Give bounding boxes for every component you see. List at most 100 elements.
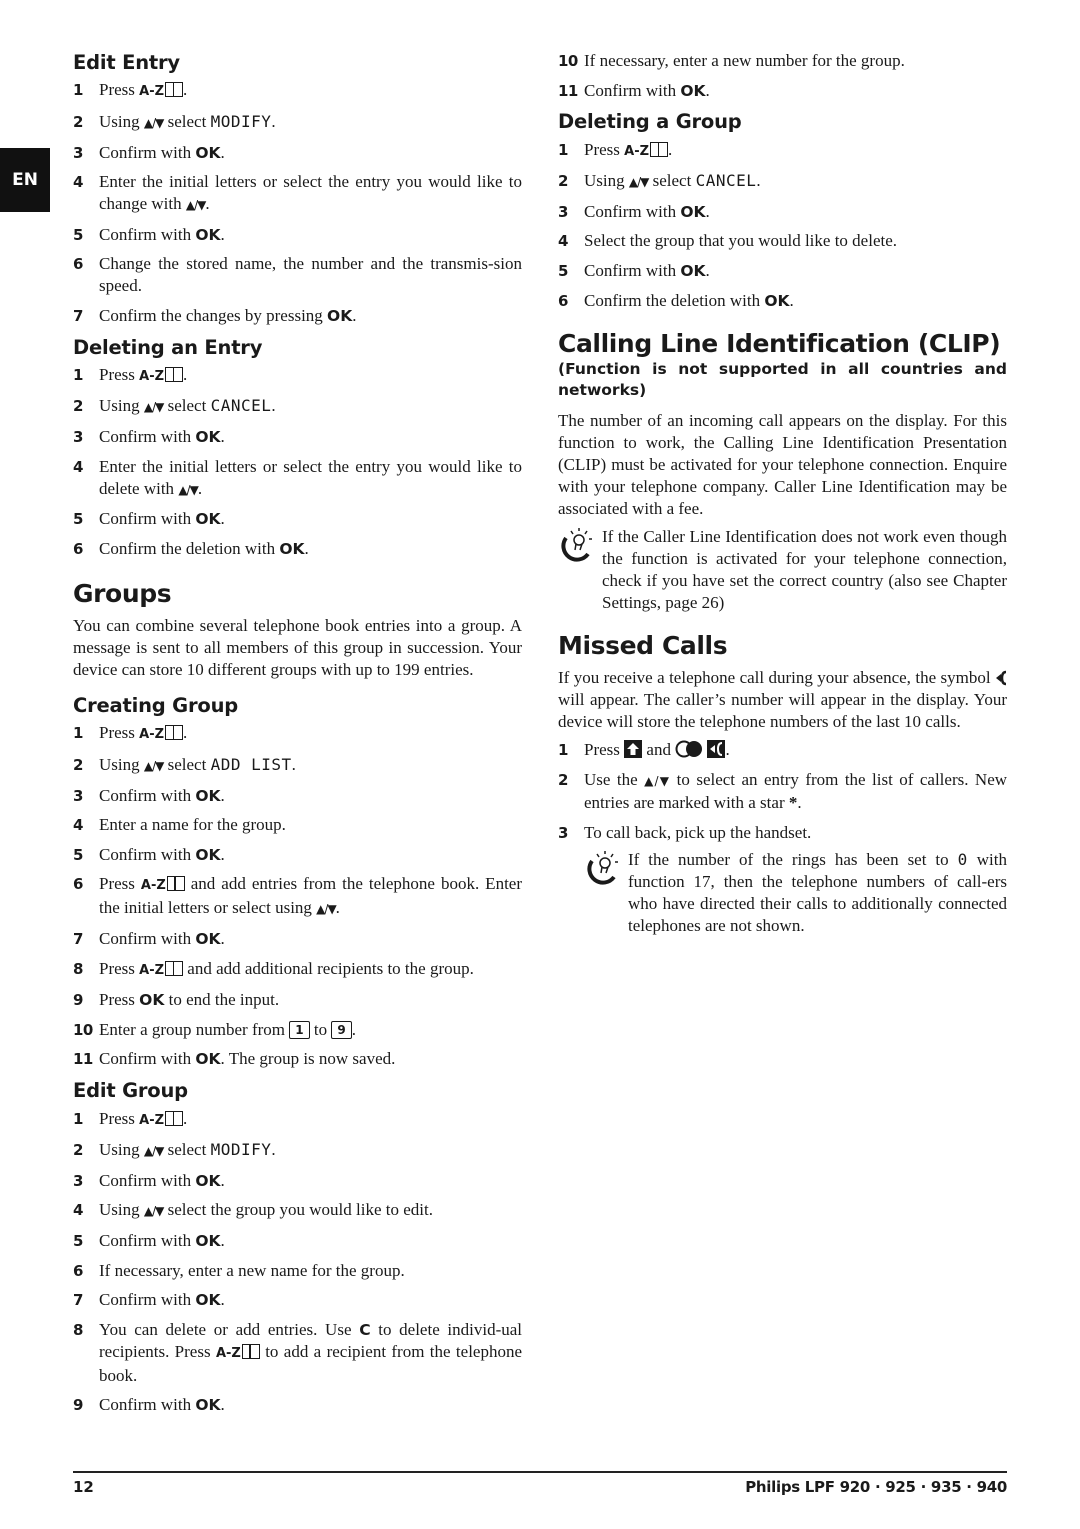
step: 1 Press A-Z. bbox=[558, 139, 1007, 163]
ok-key: OK bbox=[195, 510, 221, 529]
step-text: Confirm with bbox=[99, 427, 192, 447]
step-number: 2 bbox=[73, 756, 84, 774]
ok-key: OK bbox=[195, 929, 221, 948]
step: 4 Enter a name for the group. bbox=[73, 814, 522, 836]
step-text: . bbox=[351, 1019, 356, 1039]
step-text: Using bbox=[99, 1140, 140, 1160]
step-text: . The group is now saved. bbox=[220, 1049, 396, 1069]
step: 6 Change the stored name, the number and … bbox=[73, 253, 522, 297]
step-list: 1 Press A-Z. 2 Using ▲/▼ select CANCEL. 3C… bbox=[73, 364, 522, 560]
step: 4 Select the group that you would like to… bbox=[558, 230, 1007, 252]
step: 1 Press A-Z. bbox=[73, 1108, 522, 1132]
step-text: . bbox=[271, 111, 276, 131]
step-text: and add additional recipients to the gro… bbox=[187, 958, 474, 978]
missed-calls-body: If you receive a telephone call during y… bbox=[558, 667, 1007, 733]
step: 6 Confirm the deletion with OK. bbox=[558, 290, 1007, 312]
up-down-arrows-icon: ▲/▼ bbox=[143, 759, 164, 773]
step-text: . bbox=[705, 80, 710, 100]
step-text: Select the group that you would like to … bbox=[584, 231, 898, 251]
step: 3 Confirm with OK. bbox=[73, 1170, 522, 1192]
step-text: Confirm with bbox=[99, 928, 192, 948]
right-column: 10 If necessary, enter a new number for t… bbox=[558, 50, 1007, 937]
step-text: Confirm with bbox=[99, 1290, 192, 1310]
clip-note: (Function is not supported in all countr… bbox=[558, 359, 1007, 400]
step-number: 9 bbox=[73, 1396, 84, 1415]
step-text: . bbox=[220, 1170, 225, 1190]
step-text: select bbox=[652, 171, 692, 191]
step-text: Confirm the changes by pressing bbox=[99, 305, 323, 325]
step: 5 Confirm with OK. bbox=[73, 224, 522, 246]
az-key: A-Z bbox=[139, 1112, 165, 1128]
up-down-arrows-icon: ▲/▼ bbox=[644, 773, 671, 788]
ok-key: OK bbox=[680, 202, 706, 221]
section-title: Creating Group bbox=[73, 694, 239, 718]
step: 2 Using ▲/▼ select MODIFY. bbox=[73, 111, 522, 134]
language-tab: EN bbox=[0, 148, 50, 212]
footer-divider bbox=[73, 1471, 1007, 1473]
step: 7 Confirm the changes by pressing OK. bbox=[73, 305, 522, 327]
book-icon bbox=[165, 82, 184, 98]
step-number: 4 bbox=[73, 457, 84, 476]
lcd-text: ADD LIST bbox=[210, 755, 292, 774]
lcd-text: MODIFY bbox=[210, 111, 272, 131]
book-icon bbox=[165, 1110, 184, 1126]
step-number: 5 bbox=[73, 1232, 84, 1251]
step-number: 7 bbox=[73, 1291, 84, 1310]
step-text: If necessary, enter a new name for the g… bbox=[99, 1260, 405, 1280]
ok-key: OK bbox=[195, 845, 221, 864]
step-number: 1 bbox=[73, 724, 84, 743]
up-down-arrows-icon: ▲/▼ bbox=[628, 175, 649, 190]
step: 3 Confirm with OK. bbox=[73, 426, 522, 448]
step-number: 5 bbox=[73, 510, 84, 529]
step-number: 4 bbox=[558, 232, 569, 251]
up-down-arrows-icon: ▲/▼ bbox=[316, 902, 336, 917]
ok-key: OK bbox=[680, 261, 706, 280]
step-number: 1 bbox=[73, 1109, 84, 1128]
step-number: 6 bbox=[73, 875, 84, 894]
az-key: A-Z bbox=[140, 878, 166, 894]
step-text: Enter the initial letters or select the … bbox=[99, 172, 522, 214]
body-text: If you receive a telephone call during y… bbox=[558, 668, 991, 688]
step-text: . bbox=[220, 785, 225, 805]
step-number: 3 bbox=[558, 823, 569, 842]
step-text: Enter a name for the group. bbox=[99, 815, 286, 835]
c-key: C bbox=[359, 1320, 371, 1339]
step-text: . bbox=[220, 142, 225, 162]
step-text: Using bbox=[99, 111, 140, 131]
step-number: 4 bbox=[73, 173, 84, 192]
step: 4 Enter the initial letters or select the… bbox=[73, 456, 522, 501]
step-text: . bbox=[220, 1395, 225, 1415]
step-text: Confirm with bbox=[99, 844, 192, 864]
step: 10 If necessary, enter a new number for t… bbox=[558, 50, 1007, 72]
missed-call-icon bbox=[996, 671, 1007, 686]
step: 5 Confirm with OK. bbox=[73, 844, 522, 866]
step: 1 Press A-Z. bbox=[73, 364, 522, 388]
step-number: 2 bbox=[558, 172, 569, 191]
step-text: Using bbox=[99, 396, 140, 416]
az-key: A-Z bbox=[139, 368, 165, 384]
step-list: 1 Press A-Z. 2 Using ▲/▼ select MODIFY. 3C… bbox=[73, 79, 522, 327]
step-text: Confirm with bbox=[584, 80, 677, 100]
step-number: 9 bbox=[73, 991, 84, 1010]
model-name: Philips LPF 920 · 925 · 935 · 940 bbox=[745, 1478, 1007, 1496]
az-key: A-Z bbox=[139, 84, 165, 100]
section-edit-group-continued: 10 If necessary, enter a new number for t… bbox=[558, 50, 1007, 102]
step-text: select bbox=[167, 111, 207, 131]
step: 8 Press A-Z and add additional recipients… bbox=[73, 958, 522, 982]
step-text: You can delete or add entries. Use bbox=[99, 1319, 352, 1339]
step-text: select bbox=[167, 755, 207, 774]
ok-key: OK bbox=[764, 291, 790, 310]
step-text: . bbox=[797, 792, 802, 812]
step-text: . bbox=[183, 80, 188, 100]
section-missed-calls: Missed Calls If you receive a telephone … bbox=[558, 630, 1007, 937]
step-text: Confirm the deletion with bbox=[584, 290, 761, 310]
step-text: . bbox=[220, 928, 225, 948]
step: 5 Confirm with OK. bbox=[558, 260, 1007, 282]
ok-key: OK bbox=[195, 1291, 221, 1310]
step-number: 3 bbox=[73, 1171, 84, 1190]
step-text: Confirm with bbox=[99, 1231, 192, 1251]
step-text: . bbox=[271, 396, 276, 416]
step-text: . bbox=[705, 201, 710, 221]
lcd-text: 0 bbox=[957, 850, 968, 870]
section-deleting-entry: Deleting an Entry 1 Press A-Z. 2 Using ▲/▼… bbox=[73, 335, 522, 560]
